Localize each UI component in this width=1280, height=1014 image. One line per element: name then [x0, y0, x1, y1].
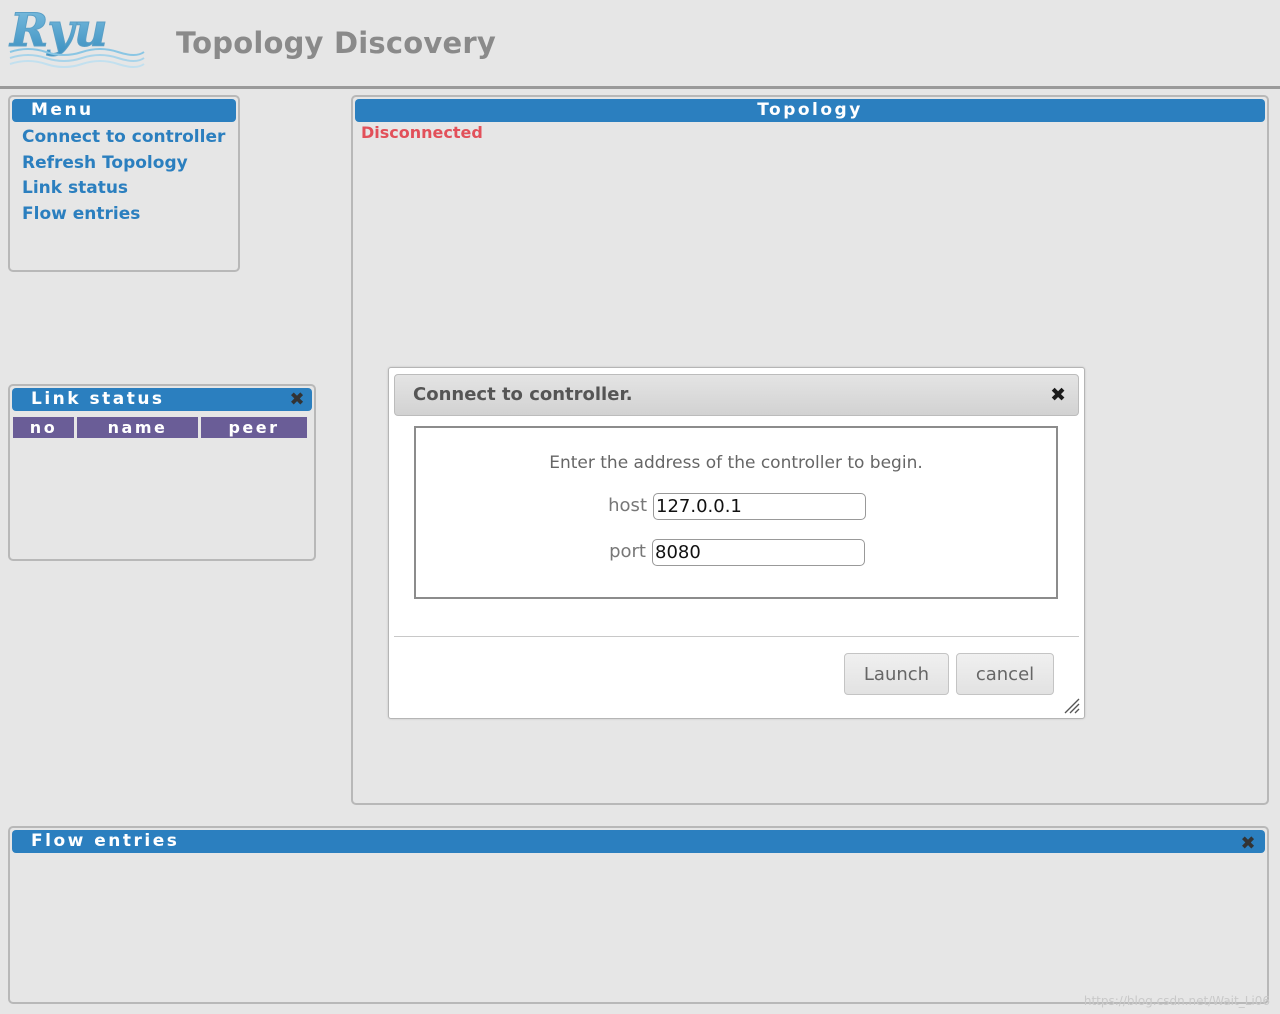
topology-panel-title: Topology	[355, 99, 1265, 122]
flow-entries-title-text: Flow entries	[31, 831, 180, 851]
connection-status: Disconnected	[361, 123, 483, 142]
resize-handle-icon[interactable]	[1062, 696, 1080, 714]
menu-item-flow-entries[interactable]: Flow entries	[22, 202, 225, 228]
connect-dialog: Connect to controller. ✖ Enter the addre…	[388, 367, 1085, 719]
host-label: host	[608, 495, 647, 516]
host-input[interactable]	[653, 493, 866, 520]
dialog-close-icon[interactable]: ✖	[1050, 375, 1066, 415]
link-table-header: no name peer	[13, 417, 310, 438]
flow-entries-panel-title: Flow entries	[12, 830, 1265, 853]
cancel-button[interactable]: cancel	[956, 653, 1054, 695]
port-input[interactable]	[652, 539, 865, 566]
menu-panel: Menu Connect to controller Refresh Topol…	[8, 95, 240, 272]
dialog-form: Enter the address of the controller to b…	[414, 426, 1058, 599]
link-status-close-icon[interactable]: ✖	[288, 389, 306, 411]
flow-entries-close-icon[interactable]: ✖	[1239, 833, 1257, 855]
dialog-title: Connect to controller.	[413, 384, 633, 405]
header: Ryu Topology Discovery	[0, 0, 1280, 89]
port-label: port	[609, 541, 646, 562]
ryu-logo: Ryu	[8, 8, 145, 68]
dialog-divider	[394, 636, 1079, 637]
column-header-peer: peer	[201, 417, 307, 438]
link-status-title-text: Link status	[31, 389, 165, 409]
menu-panel-title: Menu	[12, 99, 236, 122]
launch-button[interactable]: Launch	[844, 653, 949, 695]
link-status-panel-title: Link status	[12, 388, 312, 411]
page-title: Topology Discovery	[176, 26, 496, 60]
menu-item-refresh-topology[interactable]: Refresh Topology	[22, 151, 225, 177]
flow-entries-panel: Flow entries ✖	[8, 826, 1269, 1004]
watermark: https://blog.csdn.net/Wait_Li06	[1083, 994, 1270, 1008]
column-header-name: name	[77, 417, 198, 438]
dialog-titlebar[interactable]: Connect to controller. ✖	[394, 374, 1079, 416]
menu-item-link-status[interactable]: Link status	[22, 176, 225, 202]
dialog-message: Enter the address of the controller to b…	[549, 453, 923, 473]
column-header-no: no	[13, 417, 74, 438]
link-status-panel: Link status ✖ no name peer	[8, 384, 316, 561]
menu-list: Connect to controller Refresh Topology L…	[22, 125, 225, 227]
menu-item-connect-to-controller[interactable]: Connect to controller	[22, 125, 225, 151]
